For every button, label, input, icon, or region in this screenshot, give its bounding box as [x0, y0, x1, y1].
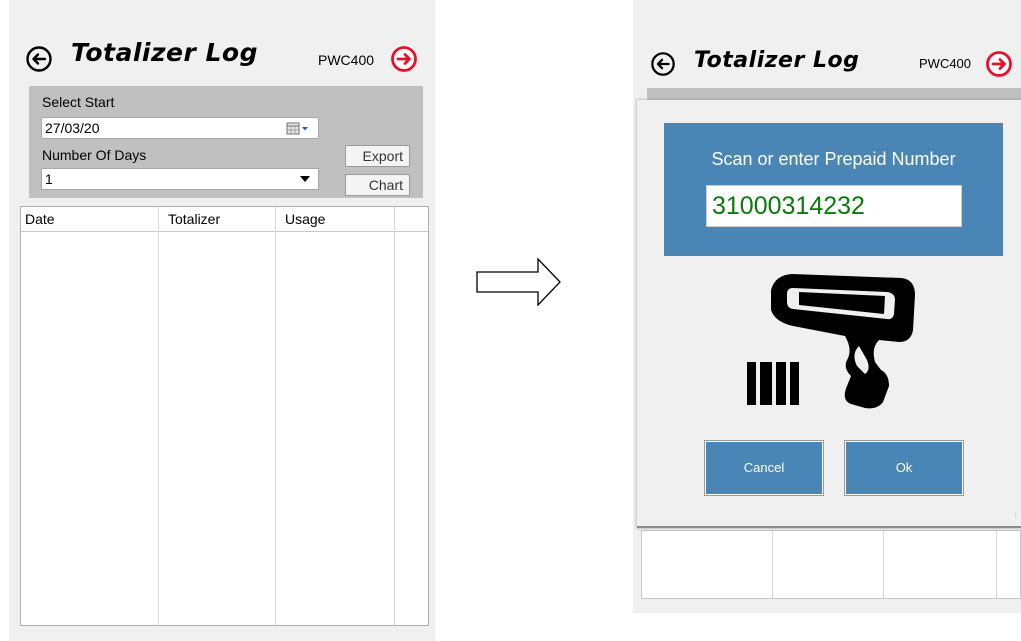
column-totalizer[interactable]: Totalizer	[168, 211, 220, 227]
prepaid-scan-dialog: Scan or enter Prepaid Number 31000314232…	[637, 100, 1021, 528]
number-of-days-label: Number Of Days	[42, 147, 147, 163]
resize-grip-icon[interactable]: ⁝	[1014, 511, 1017, 520]
column-date[interactable]: Date	[25, 211, 55, 227]
scan-prompt-text: Scan or enter Prepaid Number	[711, 149, 956, 169]
transition-arrow-icon	[476, 258, 561, 306]
export-button[interactable]: Export	[345, 145, 410, 167]
forward-arrow-icon[interactable]	[985, 50, 1013, 78]
page-title-right: Totalizer Log	[694, 48, 860, 73]
cancel-button[interactable]: Cancel	[704, 440, 824, 496]
number-of-days-select[interactable]: 1	[41, 168, 319, 190]
filter-panel: Select Start 27/03/20 Number Of Days 1 E…	[29, 86, 423, 198]
header: Totalizer Log PWC400	[9, 0, 435, 86]
calendar-dropdown-icon[interactable]	[286, 122, 312, 135]
start-date-value: 27/03/20	[45, 120, 100, 136]
totalizer-table[interactable]: Date Totalizer Usage	[20, 206, 429, 626]
column-usage[interactable]: Usage	[285, 211, 325, 227]
header-right: Totalizer Log PWC400	[633, 0, 1021, 86]
number-of-days-value: 1	[45, 171, 53, 187]
back-arrow-icon[interactable]	[25, 45, 53, 73]
chevron-down-icon	[300, 176, 310, 182]
device-name-right: PWC400	[919, 56, 972, 71]
filter-panel-strip	[647, 88, 1021, 100]
prepaid-number-input[interactable]: 31000314232	[706, 185, 962, 227]
table-header: Date Totalizer Usage	[21, 207, 428, 232]
back-arrow-icon[interactable]	[650, 51, 676, 77]
left-screen: Totalizer Log PWC400 Select Start 27/03/…	[9, 0, 435, 641]
barcode-scanner-icon	[747, 274, 915, 409]
start-date-picker[interactable]: 27/03/20	[41, 117, 319, 139]
select-start-label: Select Start	[42, 94, 115, 110]
device-name: PWC400	[318, 52, 375, 68]
page-title: Totalizer Log	[71, 38, 259, 67]
table-behind-modal	[641, 530, 1021, 599]
ok-button[interactable]: Ok	[844, 440, 964, 496]
forward-arrow-icon[interactable]	[390, 45, 418, 73]
scan-header: Scan or enter Prepaid Number 31000314232	[664, 123, 1003, 256]
chart-button[interactable]: Chart	[345, 174, 410, 196]
